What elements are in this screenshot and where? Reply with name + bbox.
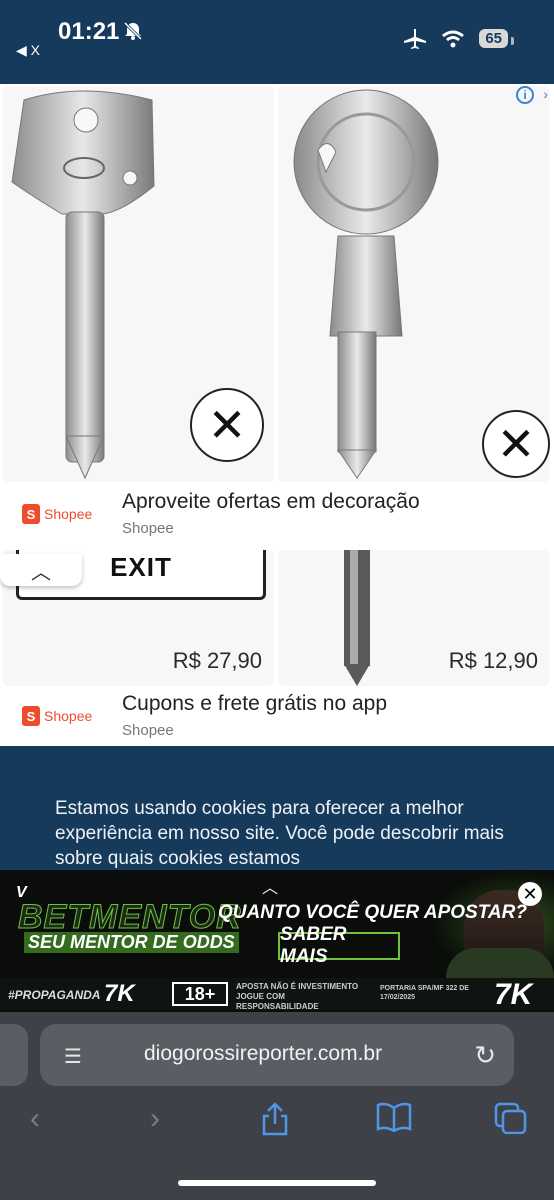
banner-portaria: PORTARIA SPA/MF 322 DE 17/02/2025 — [380, 985, 469, 1001]
close-ad-button[interactable]: ✕ — [482, 410, 550, 478]
forward-icon[interactable]: › — [150, 1102, 160, 1136]
back-to-app-link[interactable]: ◀ X — [16, 42, 40, 59]
product-price: R$ 27,90 — [172, 648, 262, 673]
ad-info-icon[interactable]: i — [516, 86, 534, 104]
ad-list-item[interactable]: S Shopee Aproveite ofertas em decoração … — [0, 484, 554, 548]
browser-chrome: ☰ diogorossireporter.com.br ↻ ‹ › — [0, 1012, 554, 1200]
chevron-right-icon[interactable]: › — [543, 86, 548, 102]
previous-tab-peek[interactable] — [0, 1024, 28, 1086]
banner-7k-logo: 7K — [104, 980, 135, 1007]
banner-hashtag: #PROPAGANDA — [8, 988, 101, 1002]
chevron-up-icon: ︿ — [31, 561, 51, 584]
banner-tagline: SEU MENTOR DE ODDS — [24, 932, 239, 953]
ad-list-item[interactable]: S Shopee Cupons e frete grátis no app Sh… — [0, 686, 554, 750]
shopee-bag-icon: S — [22, 504, 40, 524]
status-time: 01:21 — [58, 18, 120, 45]
ad-card-product[interactable]: ✕ — [2, 86, 274, 482]
banner-7k-logo: 7K — [494, 978, 533, 1011]
chevron-up-icon[interactable]: ︿ — [262, 874, 278, 898]
url-text[interactable]: diogorossireporter.com.br — [144, 1042, 382, 1066]
cookie-text: Estamos usando cookies para oferecer a m… — [55, 798, 504, 869]
ad-area: ✕ ✕ i › S Shopee Aproveite ofertas em de… — [0, 84, 554, 750]
ad-title[interactable]: Cupons e frete grátis no app — [122, 692, 387, 716]
ad-advertiser: Shopee — [122, 722, 174, 739]
banner-footer: #PROPAGANDA 7K 18+ APOSTA NÃO É INVESTIM… — [0, 978, 554, 1011]
shopee-brand: Shopee — [44, 506, 93, 522]
shopee-logo: S Shopee — [22, 504, 92, 524]
reader-icon[interactable]: ☰ — [64, 1044, 86, 1068]
back-icon[interactable]: ‹ — [30, 1102, 40, 1136]
battery-level: 65 — [479, 29, 508, 48]
shopee-bag-icon: S — [22, 706, 40, 726]
ad-card-product[interactable]: ✕ — [278, 86, 550, 482]
battery-icon — [511, 37, 514, 45]
shopee-logo: S Shopee — [22, 706, 92, 726]
banner-question: QUANTO VOCÊ QUER APOSTAR? — [218, 902, 527, 923]
wifi-icon — [442, 30, 465, 48]
bookmarks-icon[interactable] — [376, 1102, 412, 1140]
airplane-icon — [404, 29, 427, 49]
share-icon[interactable] — [260, 1102, 290, 1144]
age-badge: 18+ — [172, 982, 228, 1006]
close-ad-button[interactable]: ✕ — [190, 388, 264, 462]
product-price: R$ 12,90 — [448, 648, 538, 673]
home-indicator[interactable] — [178, 1180, 376, 1186]
close-banner-icon[interactable]: ✕ — [518, 882, 542, 906]
ad-title[interactable]: Aproveite ofertas em decoração — [122, 490, 420, 514]
collapse-ad-button[interactable]: ︿ — [0, 554, 82, 586]
shopee-brand: Shopee — [44, 708, 93, 724]
banner-warning: APOSTA NÃO É INVESTIMENTO JOGUE COM RESP… — [236, 982, 359, 1011]
cookie-notice: Estamos usando cookies para oferecer a m… — [0, 746, 554, 870]
address-bar[interactable]: ☰ diogorossireporter.com.br ↻ — [40, 1024, 514, 1086]
saber-mais-button[interactable]: SABER MAIS — [278, 924, 400, 967]
bell-muted-icon — [123, 21, 143, 41]
status-bar: 01:21 ◀ X 65 — [0, 0, 554, 84]
tabs-icon[interactable] — [494, 1102, 528, 1142]
ad-advertiser: Shopee — [122, 520, 174, 537]
reload-icon[interactable]: ↻ — [474, 1040, 496, 1071]
ad-card-product[interactable]: R$ 12,90 — [278, 550, 550, 686]
bet-banner[interactable]: ︿ V BETMENTOR SEU MENTOR DE ODDS QUANTO … — [0, 870, 554, 1012]
